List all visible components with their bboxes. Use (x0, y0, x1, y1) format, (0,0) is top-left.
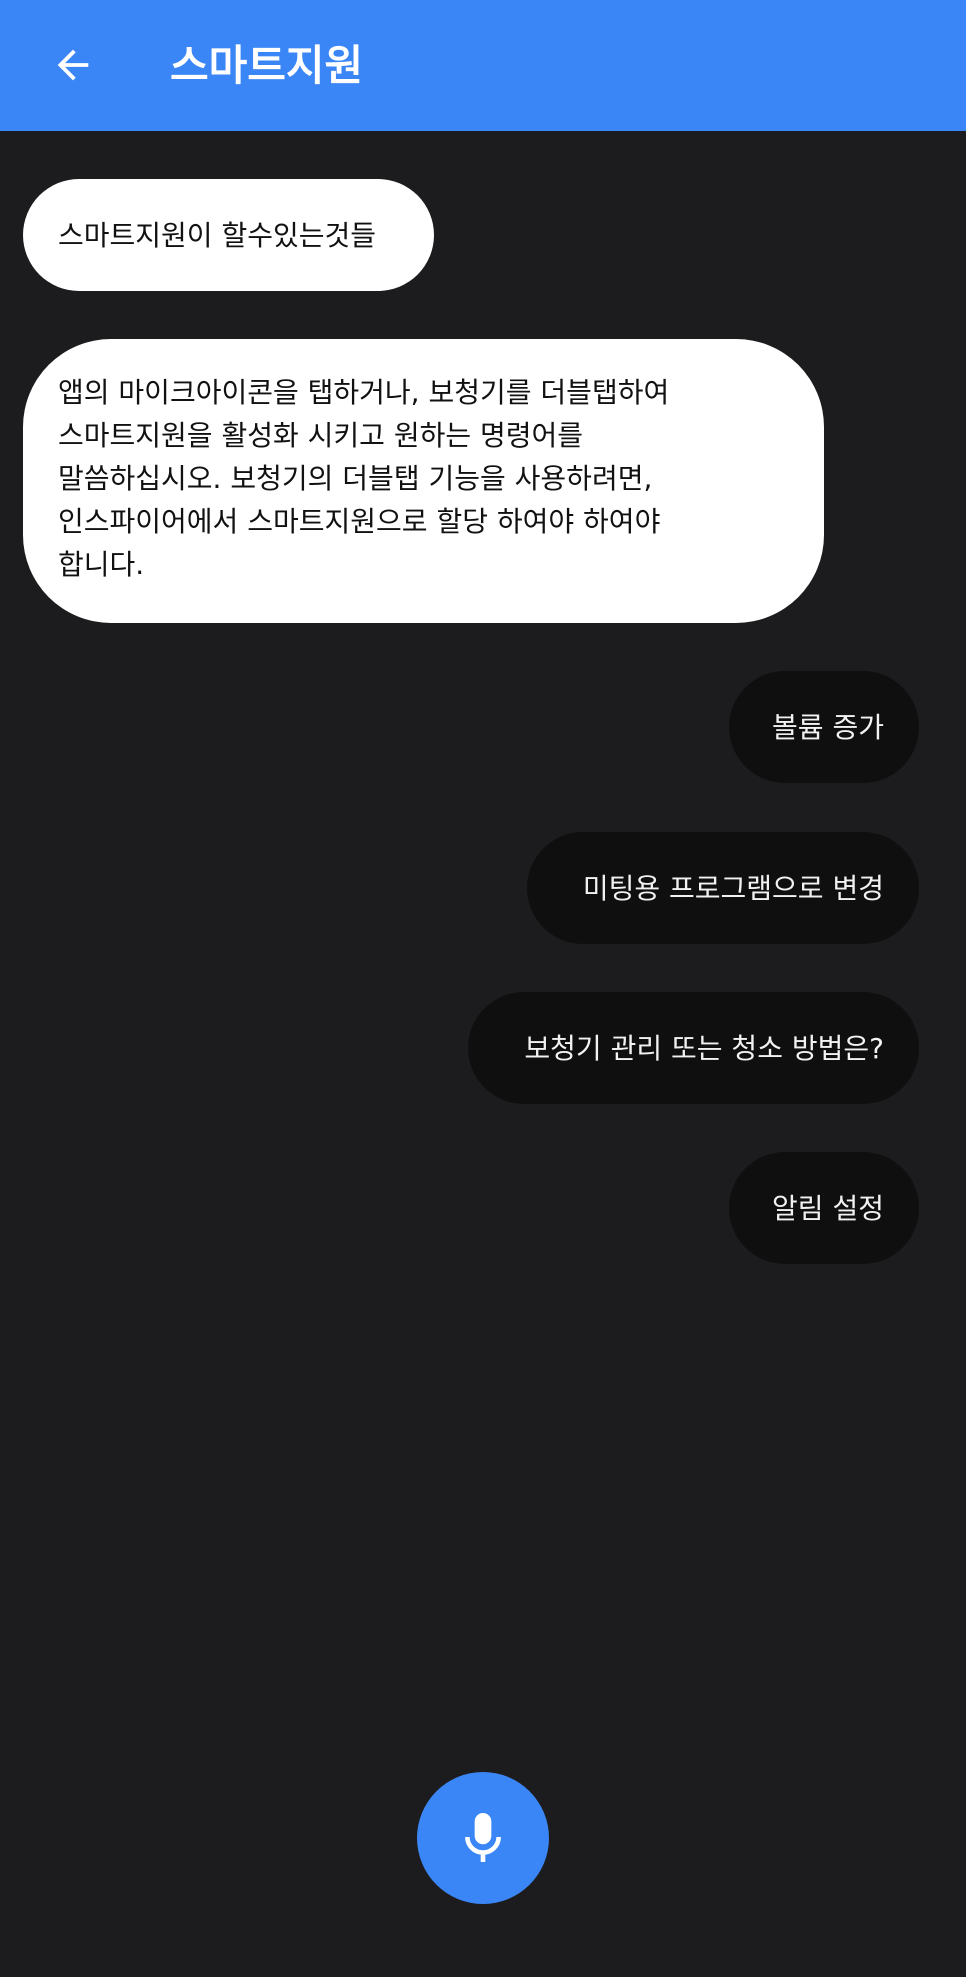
help-line: 말씀하십시오. 보청기의 더블탭 기능을 사용하려면, (58, 462, 653, 495)
app-bar: 스마트지원 (0, 0, 966, 131)
suggestion-volume-up[interactable]: 볼륨 증가 (729, 671, 919, 783)
suggestion-notification-settings[interactable]: 알림 설정 (729, 1152, 919, 1264)
microphone-icon (465, 1813, 501, 1862)
smart-support-screen: 스마트지원 스마트지원이 할수있는것들 앱의 마이크아이콘을 탭하거나, 보청기… (0, 0, 966, 1977)
microphone-button[interactable] (417, 1772, 549, 1904)
help-line: 스마트지원을 활성화 시키고 원하는 명령어를 (58, 419, 584, 452)
bot-message-intro: 스마트지원이 할수있는것들 (23, 179, 434, 291)
help-line: 인스파이어에서 스마트지원으로 할당 하여야 하여야 (58, 505, 661, 538)
suggestion-care-cleaning[interactable]: 보청기 관리 또는 청소 방법은? (468, 992, 919, 1104)
bot-message-help: 앱의 마이크아이콘을 탭하거나, 보청기를 더블탭하여 스마트지원을 활성화 시… (23, 339, 824, 623)
back-button[interactable] (36, 28, 110, 102)
help-line: 앱의 마이크아이콘을 탭하거나, 보청기를 더블탭하여 (58, 376, 670, 409)
suggestion-meeting-program[interactable]: 미팅용 프로그램으로 변경 (527, 832, 919, 944)
arrow-left-icon (57, 49, 89, 81)
page-title: 스마트지원 (170, 41, 364, 90)
help-line: 합니다. (58, 548, 145, 581)
